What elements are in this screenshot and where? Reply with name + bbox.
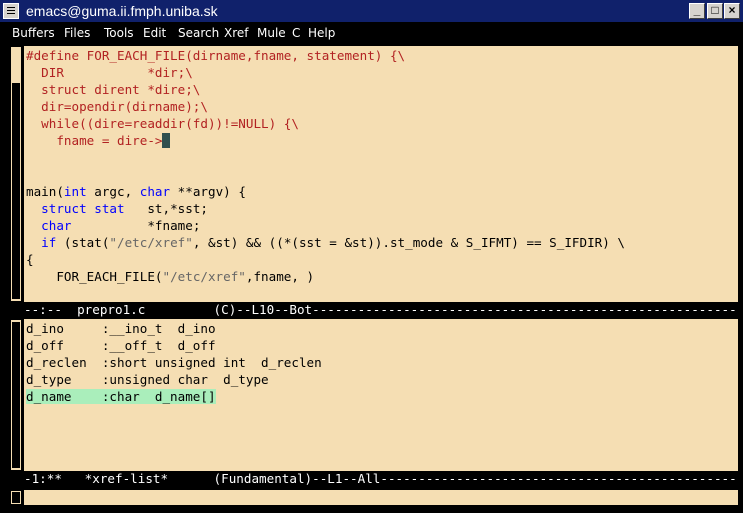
code-token: struct dirent *dire;\ xyxy=(26,82,201,97)
code-token: FOR_EACH_FILE( xyxy=(26,269,163,284)
xref-item-text: d_ino :__ino_t d_ino xyxy=(26,321,216,336)
code-line[interactable]: while((dire=readdir(fd))!=NULL) {\ xyxy=(26,115,299,132)
code-token: main( xyxy=(26,184,64,199)
code-line[interactable]: fname = dire-> xyxy=(26,132,171,149)
menu-c[interactable]: C xyxy=(292,26,300,40)
xref-list-buffer[interactable]: d_ino :__ino_t d_ino d_off :__off_t d_off… xyxy=(24,319,738,471)
xref-list-item[interactable]: d_off :__off_t d_off xyxy=(26,337,216,354)
minibuffer[interactable] xyxy=(24,490,738,505)
code-token: **argv) { xyxy=(170,184,246,199)
menu-xref[interactable]: Xref xyxy=(224,26,249,40)
code-token: char xyxy=(139,184,171,199)
code-token: char xyxy=(41,218,72,233)
xref-item-text: d_type :unsigned char d_type xyxy=(26,372,269,387)
minimize-button[interactable]: _ xyxy=(689,3,705,19)
window-menu-icon[interactable] xyxy=(3,3,19,19)
code-line[interactable]: #define FOR_EACH_FILE(dirname,fname, sta… xyxy=(26,47,405,64)
code-token: fname = dire-> xyxy=(26,133,163,148)
xref-list-item[interactable]: d_name :char d_name[] xyxy=(26,388,216,405)
xref-list-item[interactable]: d_type :unsigned char d_type xyxy=(26,371,269,388)
code-token: "/etc/xref" xyxy=(162,269,246,284)
code-line[interactable]: FOR_EACH_FILE("/etc/xref",fname, ) xyxy=(26,268,314,285)
code-token: (stat( xyxy=(56,235,110,250)
modeline-prepro1[interactable]: --:-- prepro1.c (C)--L10--Bot-----------… xyxy=(24,302,738,318)
code-line[interactable]: if (stat("/etc/xref", &st) && ((*(sst = … xyxy=(26,234,625,251)
menu-search[interactable]: Search xyxy=(178,26,219,40)
xref-item-text: d_reclen :short unsigned int d_reclen xyxy=(26,355,322,370)
code-token: st,*sst; xyxy=(124,201,208,216)
code-line[interactable]: char *fname; xyxy=(26,217,200,234)
emacs-frame: #define FOR_EACH_FILE(dirname,fname, sta… xyxy=(0,44,743,513)
title-bar[interactable]: emacs@guma.ii.fmph.uniba.sk _ □ × xyxy=(0,0,743,22)
close-button[interactable]: × xyxy=(724,3,740,19)
text-cursor xyxy=(162,133,171,148)
maximize-button[interactable]: □ xyxy=(707,3,723,19)
code-token: , &st) && ((*(sst = &st)).st_mode & S_IF… xyxy=(192,235,626,250)
code-line[interactable]: main(int argc, char **argv) { xyxy=(26,183,246,200)
code-token: dir=opendir(dirname);\ xyxy=(26,99,208,114)
editor-scroll-thumb[interactable] xyxy=(12,83,20,299)
code-token: argc, xyxy=(86,184,140,199)
code-token: #define FOR_EACH_FILE(dirname,fname, sta… xyxy=(26,48,406,63)
menu-help[interactable]: Help xyxy=(308,26,335,40)
xref-list-item[interactable]: d_reclen :short unsigned int d_reclen xyxy=(26,354,322,371)
menu-bar: Buffers Files Tools Edit Search Xref Mul… xyxy=(0,22,743,44)
editor-scrollbar[interactable] xyxy=(10,46,22,302)
menu-tools[interactable]: Tools xyxy=(104,26,134,40)
modeline-xref-list[interactable]: -1:** *xref-list* (Fundamental)--L1--All… xyxy=(24,471,738,487)
code-token: "/etc/xref" xyxy=(109,235,193,250)
minibuffer-scrollbar[interactable] xyxy=(10,490,22,505)
xref-item-text: d_off :__off_t d_off xyxy=(26,338,216,353)
emacs-window: emacs@guma.ii.fmph.uniba.sk _ □ × Buffer… xyxy=(0,0,743,513)
code-token: int xyxy=(63,184,87,199)
xref-list-item[interactable]: d_ino :__ino_t d_ino xyxy=(26,320,216,337)
code-token: *fname; xyxy=(71,218,201,233)
code-line[interactable]: struct stat st,*sst; xyxy=(26,200,208,217)
menu-mule[interactable]: Mule xyxy=(257,26,286,40)
code-line[interactable]: DIR *dir;\ xyxy=(26,64,193,81)
code-line[interactable]: dir=opendir(dirname);\ xyxy=(26,98,208,115)
xref-scroll-thumb[interactable] xyxy=(12,322,20,468)
menu-files[interactable]: Files xyxy=(64,26,90,40)
code-line[interactable]: struct dirent *dire;\ xyxy=(26,81,200,98)
xref-item-text: d_name :char d_name[] xyxy=(26,389,216,404)
code-line[interactable]: { xyxy=(26,251,34,268)
code-token: { xyxy=(26,252,34,267)
code-token: ,fname, ) xyxy=(245,269,315,284)
code-buffer[interactable]: #define FOR_EACH_FILE(dirname,fname, sta… xyxy=(24,46,738,302)
code-token: if xyxy=(41,235,57,250)
xref-scrollbar[interactable] xyxy=(10,319,22,471)
code-token: while((dire=readdir(fd))!=NULL) {\ xyxy=(26,116,299,131)
window-title: emacs@guma.ii.fmph.uniba.sk xyxy=(26,3,218,19)
menu-buffers[interactable]: Buffers xyxy=(12,26,55,40)
code-token: struct stat xyxy=(41,201,125,216)
code-token: DIR *dir;\ xyxy=(26,65,193,80)
menu-edit[interactable]: Edit xyxy=(143,26,166,40)
